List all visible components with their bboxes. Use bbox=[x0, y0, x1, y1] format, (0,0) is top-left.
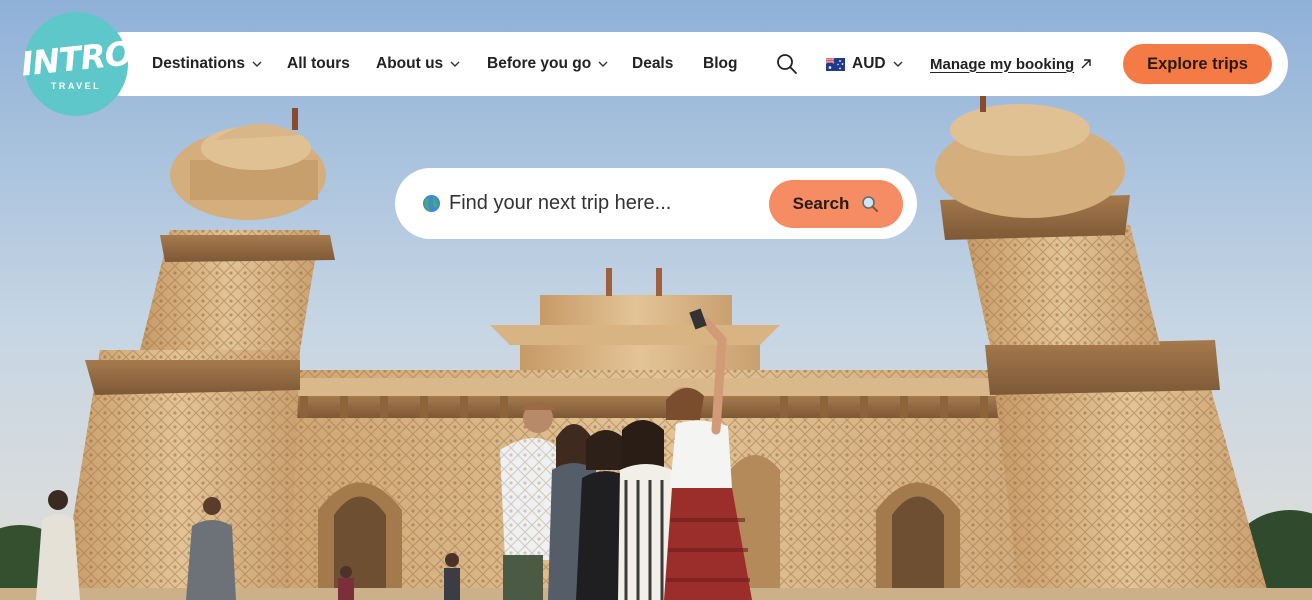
nav-item-destinations[interactable]: Destinations bbox=[152, 32, 263, 96]
chevron-down-icon bbox=[598, 61, 608, 67]
globe-icon bbox=[422, 194, 441, 213]
explore-trips-button[interactable]: Explore trips bbox=[1123, 44, 1272, 84]
nav-item-before-you-go[interactable]: Before you go bbox=[487, 32, 609, 96]
intro-travel-logo[interactable]: INTRO TRAVEL bbox=[19, 12, 133, 116]
chevron-down-icon bbox=[252, 61, 262, 67]
search-icon[interactable] bbox=[776, 53, 798, 75]
currency-selector[interactable]: AUD bbox=[826, 32, 904, 96]
nav-item-blog[interactable]: Blog bbox=[703, 32, 737, 96]
nav-item-about-us[interactable]: About us bbox=[376, 32, 461, 96]
chevron-down-icon bbox=[893, 61, 903, 67]
manage-booking-link[interactable]: Manage my booking bbox=[930, 32, 1092, 96]
manage-booking-label: Manage my booking bbox=[930, 55, 1075, 73]
nav-item-label: Blog bbox=[703, 55, 738, 72]
search-button-label: Search bbox=[792, 194, 850, 213]
nav-item-label: Before you go bbox=[487, 55, 592, 72]
currency-label: AUD bbox=[852, 55, 886, 72]
nav-item-label: Deals bbox=[632, 55, 674, 72]
australia-flag-icon bbox=[826, 57, 845, 71]
external-link-arrow-icon bbox=[1081, 59, 1091, 69]
magnifier-icon bbox=[862, 196, 879, 213]
trip-search-bar: Find your next trip here... Search bbox=[395, 168, 917, 239]
nav-item-all-tours[interactable]: All tours bbox=[287, 32, 350, 96]
logo-tagline: TRAVEL bbox=[50, 80, 102, 91]
search-button[interactable]: Search bbox=[769, 180, 903, 228]
nav-item-label: About us bbox=[376, 55, 444, 72]
nav-item-deals[interactable]: Deals bbox=[632, 32, 673, 96]
nav-item-label: All tours bbox=[287, 55, 350, 72]
logo-wordmark: INTRO bbox=[18, 32, 134, 84]
nav-item-label: Destinations bbox=[152, 55, 246, 72]
search-input[interactable]: Find your next trip here... bbox=[449, 168, 671, 239]
chevron-down-icon bbox=[450, 61, 460, 67]
main-navigation: Destinations All tours About us Before y… bbox=[92, 32, 1288, 96]
